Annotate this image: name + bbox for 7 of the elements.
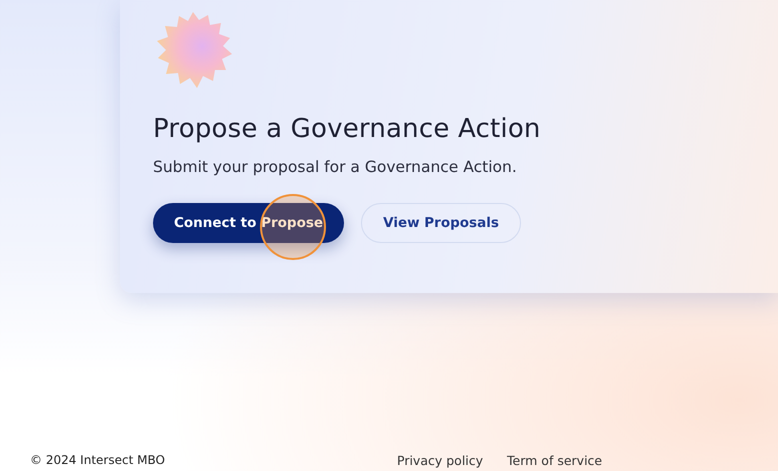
footer-link[interactable]: Term of service — [507, 452, 602, 468]
card-title: Propose a Governance Action — [153, 114, 541, 144]
view-button[interactable]: View Proposals — [361, 203, 521, 243]
connect-button[interactable]: Connect to Propose — [153, 203, 344, 243]
card-subtitle: Submit your proposal for a Governance Action. — [153, 158, 517, 176]
footer-link[interactable]: Privacy policy — [397, 452, 484, 468]
copyright-text: © 2024 Intersect MBO — [30, 453, 166, 467]
